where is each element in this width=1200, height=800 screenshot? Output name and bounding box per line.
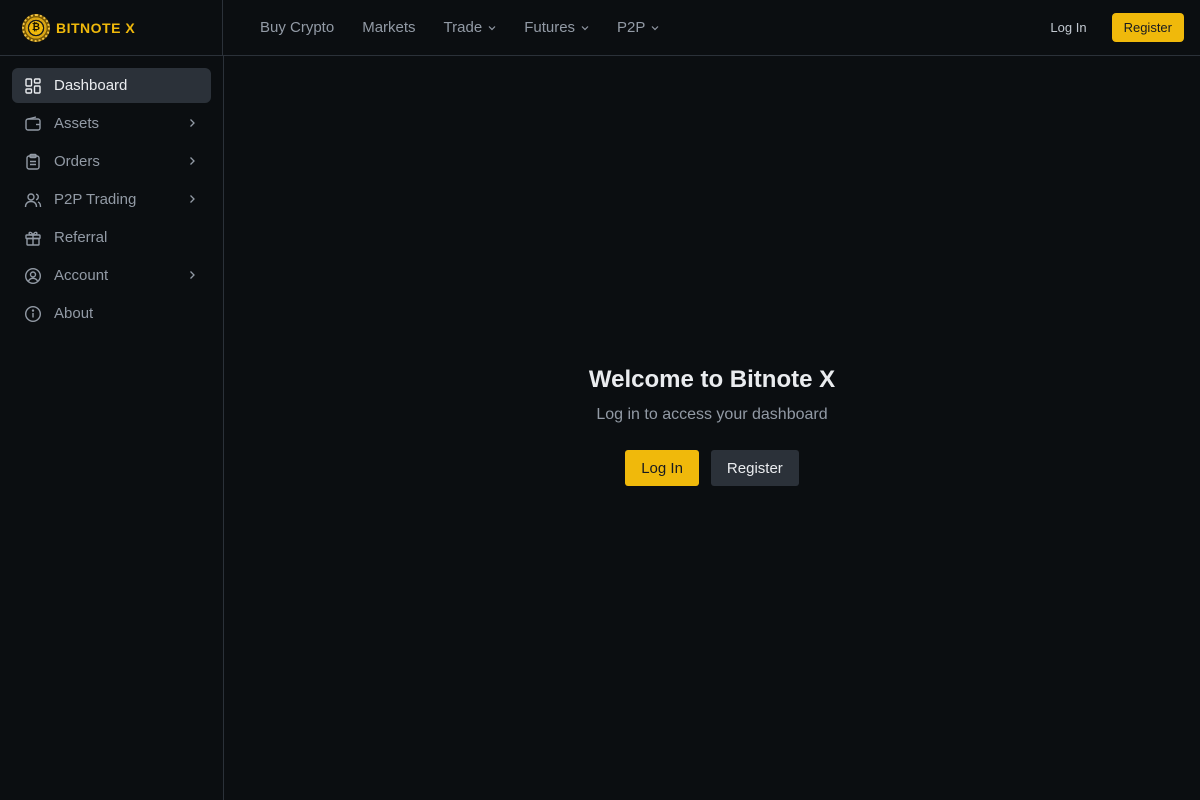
brand[interactable]: ₿ BITNOTE X	[0, 0, 223, 55]
nav-label: Markets	[362, 19, 416, 36]
logo-symbol: ₿	[31, 22, 41, 33]
info-icon	[24, 305, 42, 323]
sidebar-item-label: Assets	[54, 115, 100, 132]
nav-trade[interactable]: Trade	[444, 19, 497, 36]
header-register-button[interactable]: Register	[1111, 13, 1184, 42]
nav-buy-crypto[interactable]: Buy Crypto	[260, 19, 334, 36]
header-actions: Log In Register	[1050, 13, 1184, 42]
chevron-down-icon	[581, 25, 589, 30]
main-nav: Buy Crypto Markets Trade Futures P2P	[260, 0, 687, 55]
welcome-panel: Welcome to Bitnote X Log in to access yo…	[224, 366, 1200, 486]
nav-label: Trade	[443, 19, 483, 36]
chevron-down-icon	[651, 25, 659, 30]
chevron-down-icon	[488, 25, 496, 30]
chevron-right-icon	[190, 157, 195, 165]
sidebar-item-referral[interactable]: Referral	[12, 220, 211, 255]
sidebar-item-orders[interactable]: Orders	[12, 144, 211, 179]
sidebar-item-p2p-trading[interactable]: P2P Trading	[12, 182, 211, 217]
chevron-right-icon	[190, 119, 195, 127]
sidebar: Dashboard Assets Orders P2P Trading Refe…	[0, 56, 224, 800]
nav-label: P2P	[617, 19, 646, 36]
sidebar-item-dashboard[interactable]: Dashboard	[12, 68, 211, 103]
gift-icon	[24, 229, 42, 247]
users-icon	[24, 191, 42, 209]
nav-markets[interactable]: Markets	[362, 19, 415, 36]
sidebar-item-label: Orders	[54, 153, 100, 170]
register-button[interactable]: Register	[710, 450, 799, 486]
user-circle-icon	[24, 267, 42, 285]
top-header: ₿ BITNOTE X Buy Crypto Markets Trade Fut…	[0, 0, 1200, 56]
nav-label: Futures	[524, 19, 576, 36]
clipboard-icon	[24, 153, 42, 171]
main-content: Welcome to Bitnote X Log in to access yo…	[224, 56, 1200, 800]
welcome-subtitle: Log in to access your dashboard	[596, 406, 828, 423]
welcome-title: Welcome to Bitnote X	[588, 366, 836, 393]
chevron-right-icon	[190, 195, 195, 203]
nav-futures[interactable]: Futures	[524, 19, 589, 36]
nav-label: Buy Crypto	[260, 19, 335, 36]
sidebar-item-label: Dashboard	[54, 77, 128, 94]
login-button[interactable]: Log In	[625, 450, 699, 486]
sidebar-item-label: About	[54, 305, 94, 322]
welcome-actions: Log In Register	[224, 450, 1200, 486]
nav-p2p[interactable]: P2P	[617, 19, 659, 36]
sidebar-item-account[interactable]: Account	[12, 258, 211, 293]
sidebar-item-label: P2P Trading	[54, 191, 137, 208]
sidebar-item-about[interactable]: About	[12, 296, 211, 331]
sidebar-item-label: Referral	[54, 229, 108, 246]
dashboard-icon	[24, 77, 42, 95]
header-login-link[interactable]: Log In	[1050, 20, 1086, 35]
sidebar-item-assets[interactable]: Assets	[12, 106, 211, 141]
bitcoin-logo-icon: ₿	[22, 13, 50, 42]
wallet-icon	[24, 115, 42, 133]
sidebar-item-label: Account	[54, 267, 109, 284]
chevron-right-icon	[190, 271, 195, 279]
brand-name: BITNOTE X	[56, 19, 136, 36]
